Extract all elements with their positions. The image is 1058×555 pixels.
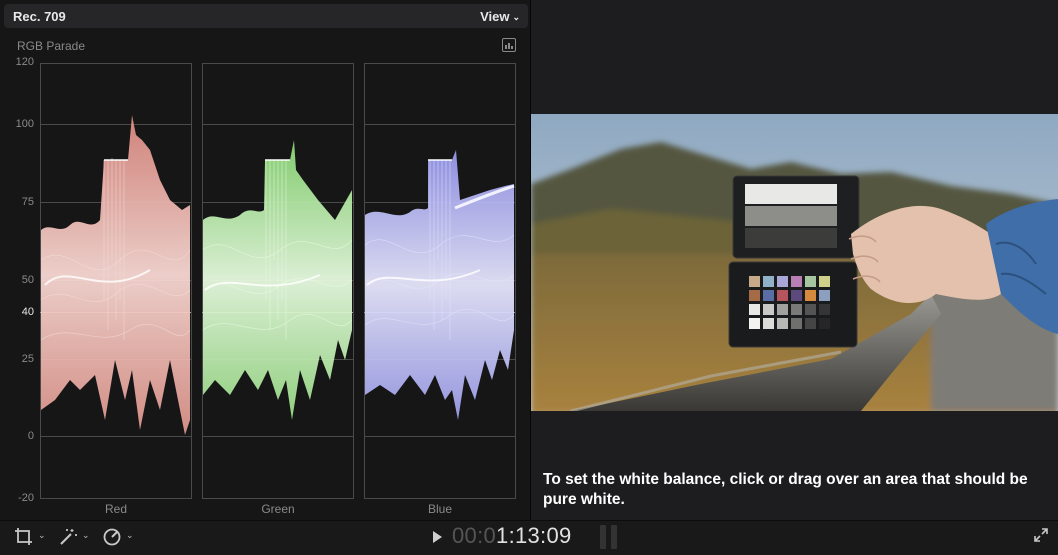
video-scopes-panel: Rec. 709 View ⌄ RGB Parade 120 100 75 50 … [0,0,531,520]
crop-icon [15,528,32,545]
video-frame[interactable] [531,114,1058,411]
channel-label-blue: Blue [427,502,453,516]
speedometer-icon [103,528,121,546]
channel-label-green: Green [261,502,295,516]
timecode-display[interactable]: 00:01:13:09 [452,523,572,549]
viewer-toolbar: ⌄ ⌄ ⌄ 00:01:13:09 [0,520,1058,555]
timecode-value: 1:13:09 [496,523,572,548]
retime-tool-button[interactable]: ⌄ [102,527,138,549]
transform-tool-button[interactable]: ⌄ [14,527,50,549]
channel-label-red: Red [104,502,127,516]
enhance-tool-button[interactable]: ⌄ [58,527,94,549]
play-button[interactable] [433,531,442,543]
pause-icon [600,525,618,549]
white-balance-instruction: To set the white balance, click or drag … [543,471,1028,508]
fullscreen-button[interactable] [1034,528,1048,542]
green-waveform [202,140,353,420]
chevron-down-icon: ⌄ [126,530,134,540]
timecode-leading: 00:0 [452,523,497,548]
blue-waveform [364,150,515,420]
expand-icon [1034,528,1048,542]
rgb-parade-graph [40,63,516,499]
chevron-down-icon: ⌄ [38,530,46,540]
red-waveform [40,115,191,435]
magic-wand-icon [60,529,77,545]
chevron-down-icon: ⌄ [82,530,90,540]
color-checker [728,175,860,348]
viewer-panel: To set the white balance, click or drag … [531,0,1058,520]
